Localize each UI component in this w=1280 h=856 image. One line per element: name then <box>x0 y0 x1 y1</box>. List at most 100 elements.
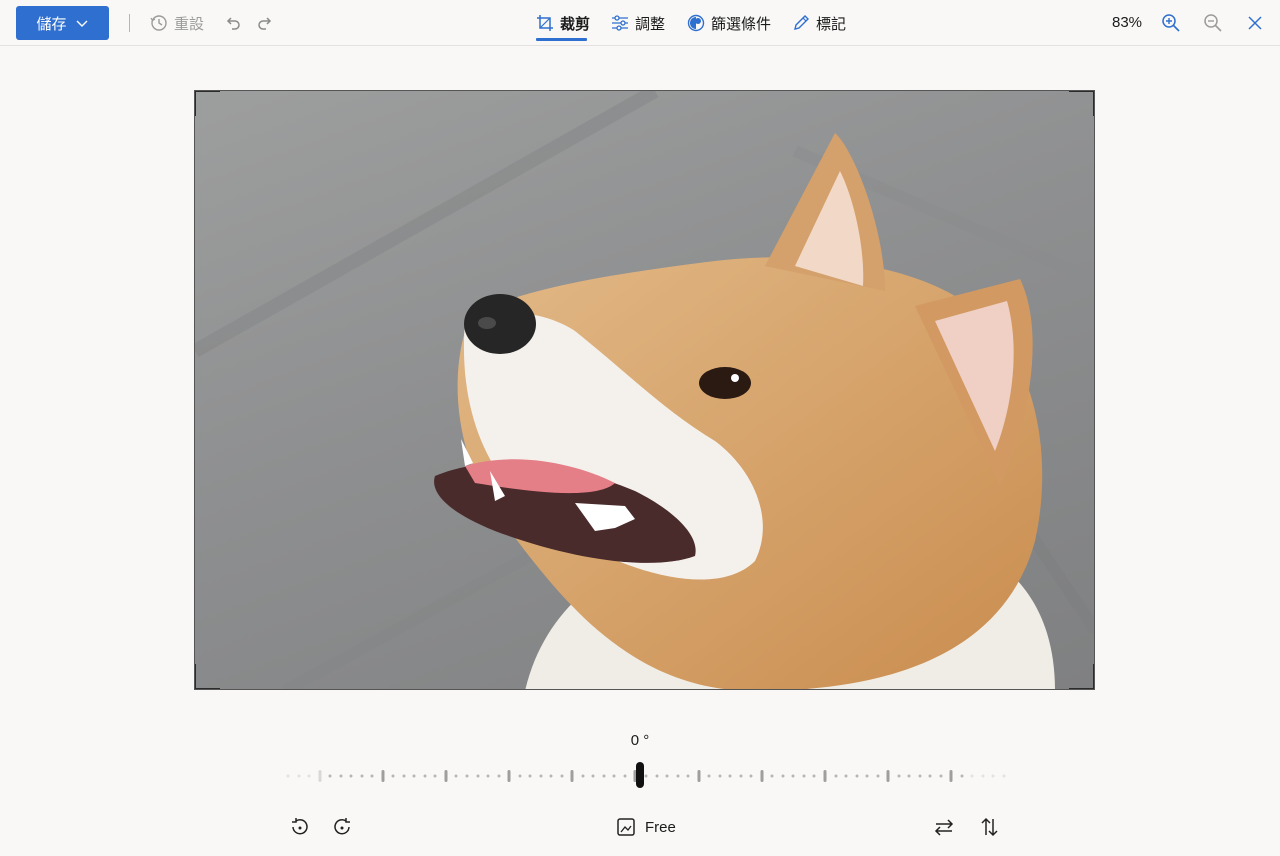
zoom-in-button[interactable] <box>1159 11 1183 35</box>
zoom-out-icon <box>1204 14 1222 32</box>
crop-edge-top[interactable] <box>631 90 659 91</box>
ruler-tick <box>876 774 880 778</box>
ruler-tick <box>423 774 427 778</box>
zoom-level: 83% <box>1112 14 1143 31</box>
zoom-out-button[interactable] <box>1201 11 1225 35</box>
aspect-ratio-button[interactable]: Free <box>615 814 676 840</box>
tab-markup[interactable]: 標記 <box>792 0 846 46</box>
ruler-tick <box>612 774 616 778</box>
tab-adjust-label: 調整 <box>635 15 666 33</box>
ruler-tick <box>465 774 469 778</box>
ruler-tick <box>349 774 353 778</box>
rotation-slider-track[interactable] <box>286 762 1006 790</box>
crop-corner-top-right-vertical[interactable] <box>1093 91 1094 116</box>
ruler-tick <box>770 774 774 778</box>
ruler-tick <box>886 770 890 782</box>
crop-corner-top-right[interactable] <box>1069 91 1094 92</box>
flip-vertical-button[interactable] <box>978 814 1000 840</box>
ruler-tick <box>897 774 901 778</box>
close-button[interactable] <box>1243 11 1267 35</box>
rotation-slider-thumb[interactable] <box>636 762 644 788</box>
flip-horizontal-button[interactable] <box>933 814 955 840</box>
ruler-tick <box>718 774 722 778</box>
ruler-tick <box>739 774 743 778</box>
ruler-tick <box>391 774 395 778</box>
tab-markup-label: 標記 <box>816 15 847 33</box>
ruler-tick <box>928 774 932 778</box>
ruler-tick <box>812 774 816 778</box>
sliders-icon <box>612 15 628 31</box>
history-icon <box>150 15 167 31</box>
ruler-tick <box>781 774 785 778</box>
reset-button[interactable]: 重設 <box>150 0 204 46</box>
ruler-tick <box>676 774 680 778</box>
crop-edge-right[interactable] <box>1094 377 1095 405</box>
crop-corner-top-left-vertical[interactable] <box>195 91 196 116</box>
top-toolbar: 儲存 重設 裁剪 調整 篩選條件 標記 83% <box>0 0 1280 46</box>
ruler-tick <box>286 774 290 778</box>
tab-filter-label: 篩選條件 <box>711 15 772 33</box>
ruler-tick <box>686 774 690 778</box>
ruler-tick <box>749 774 753 778</box>
crop-edge-left[interactable] <box>194 377 195 405</box>
rotate-right-icon <box>334 818 350 835</box>
photo-canvas[interactable] <box>194 90 1095 690</box>
ruler-tick <box>949 770 953 782</box>
ruler-tick <box>981 774 985 778</box>
ruler-tick <box>307 774 311 778</box>
ruler-tick <box>644 774 648 778</box>
crop-corner-bottom-right[interactable] <box>1069 688 1094 689</box>
ruler-tick <box>381 770 385 782</box>
ruler-tick <box>791 774 795 778</box>
save-button-label: 儲存 <box>36 15 67 33</box>
zoom-in-icon <box>1162 14 1180 32</box>
crop-corner-bottom-left[interactable] <box>195 688 220 689</box>
flip-horizontal-icon <box>934 819 954 836</box>
ruler-tick <box>318 770 322 782</box>
ruler-tick <box>939 774 943 778</box>
ruler-tick <box>497 774 501 778</box>
ruler-tick <box>539 774 543 778</box>
redo-button[interactable] <box>253 11 277 35</box>
ruler-tick <box>918 774 922 778</box>
crop-icon <box>537 15 553 31</box>
crop-edge-bottom[interactable] <box>631 689 659 690</box>
ruler-tick <box>486 774 490 778</box>
reset-label: 重設 <box>174 15 205 33</box>
rotate-right-button[interactable] <box>332 814 354 840</box>
ruler-tick <box>844 774 848 778</box>
tab-filter[interactable]: 篩選條件 <box>687 0 771 46</box>
ruler-tick <box>412 774 416 778</box>
undo-button[interactable] <box>221 11 245 35</box>
ruler-tick <box>697 770 701 782</box>
crop-corner-bottom-left-vertical[interactable] <box>195 664 196 689</box>
ruler-tick <box>907 774 911 778</box>
ruler-tick <box>507 770 511 782</box>
aspect-ratio-label: Free <box>645 818 676 836</box>
ruler-tick <box>433 774 437 778</box>
tab-crop-label: 裁剪 <box>560 15 591 33</box>
rotation-angle-label: 0 ° <box>630 732 650 749</box>
ruler-tick <box>476 774 480 778</box>
ruler-tick <box>339 774 343 778</box>
ruler-tick <box>834 774 838 778</box>
ruler-tick <box>991 774 995 778</box>
save-button[interactable]: 儲存 <box>16 6 109 40</box>
ruler-tick <box>370 774 374 778</box>
ruler-tick <box>760 770 764 782</box>
ruler-tick <box>518 774 522 778</box>
toolbar-divider <box>129 14 130 32</box>
ruler-tick <box>802 774 806 778</box>
crop-corner-top-left[interactable] <box>195 91 220 92</box>
rotate-left-button[interactable] <box>288 814 310 840</box>
pen-icon <box>794 15 809 30</box>
ruler-tick <box>665 774 669 778</box>
crop-corner-bottom-right-vertical[interactable] <box>1093 664 1094 689</box>
ruler-tick <box>328 774 332 778</box>
ruler-tick <box>602 774 606 778</box>
undo-icon <box>226 17 240 30</box>
ruler-tick <box>623 774 627 778</box>
tab-adjust[interactable]: 調整 <box>611 0 665 46</box>
ruler-tick <box>560 774 564 778</box>
ruler-tick <box>707 774 711 778</box>
